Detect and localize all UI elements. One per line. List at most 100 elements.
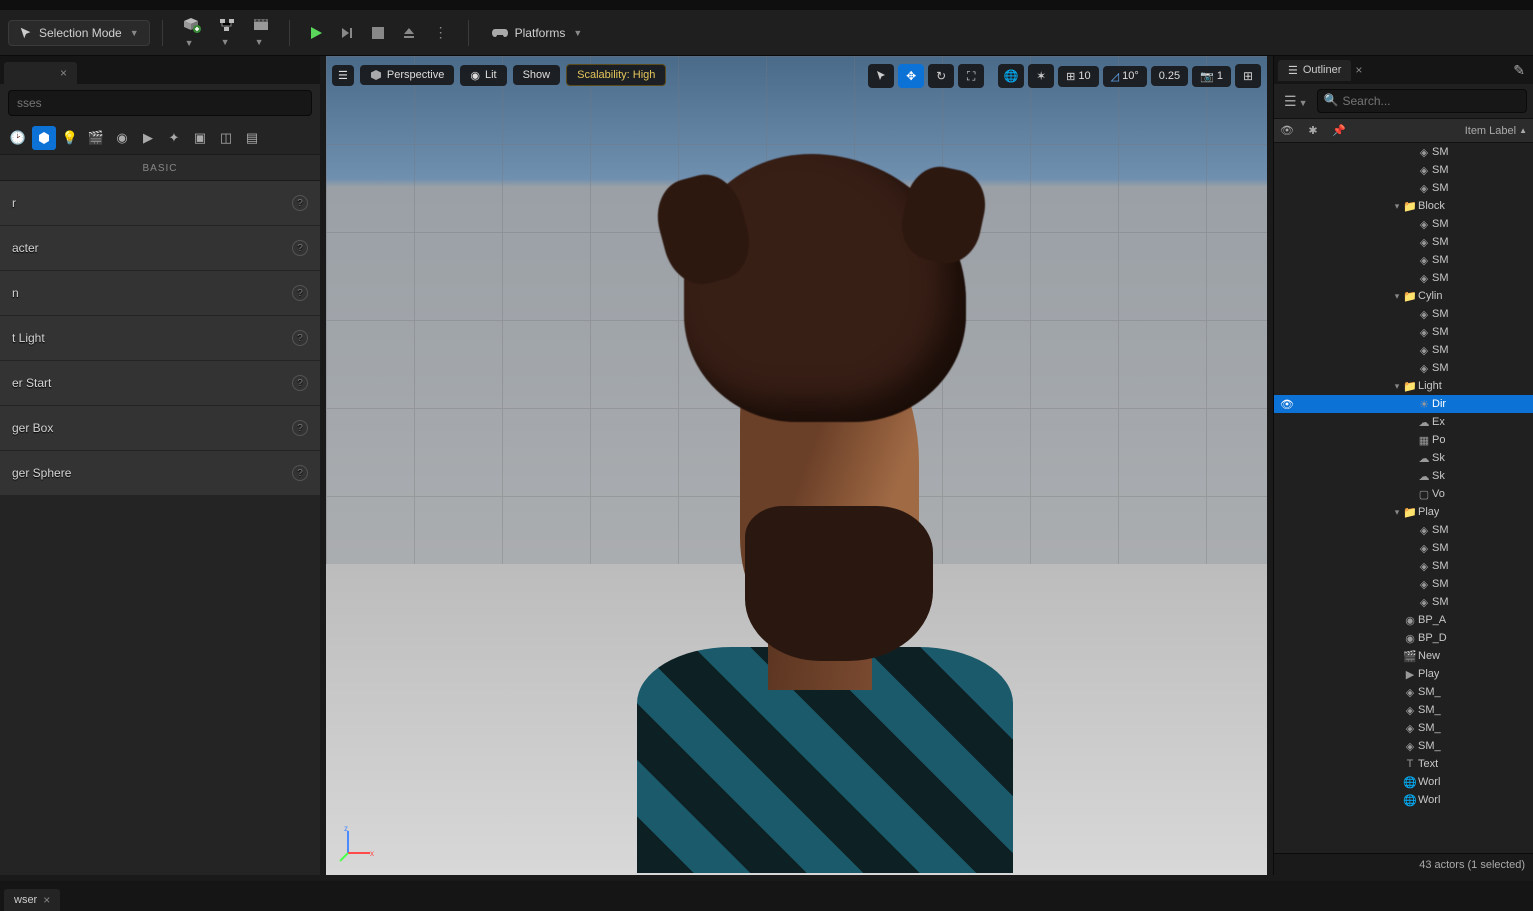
close-icon[interactable]: × xyxy=(43,893,50,907)
edit-icon[interactable]: ✎ xyxy=(1509,60,1529,81)
help-icon[interactable]: ? xyxy=(292,465,308,481)
outliner-item[interactable]: ◈SM_ xyxy=(1274,719,1533,737)
outliner-item[interactable]: ◈SM xyxy=(1274,521,1533,539)
outliner-item[interactable]: ◈SM xyxy=(1274,575,1533,593)
category-cinematic-icon[interactable]: 🎬 xyxy=(84,126,108,150)
outliner-item[interactable]: ◈SM xyxy=(1274,305,1533,323)
category-recent-icon[interactable]: 🕑 xyxy=(6,126,30,150)
help-icon[interactable]: ? xyxy=(292,240,308,256)
outliner-item[interactable]: 🌐Worl xyxy=(1274,773,1533,791)
viewport-perspective-dropdown[interactable]: Perspective xyxy=(360,65,454,85)
place-actor-item[interactable]: n? xyxy=(0,271,320,316)
outliner-search-input[interactable] xyxy=(1317,89,1527,113)
outliner-item[interactable]: ◈SM xyxy=(1274,233,1533,251)
outliner-item[interactable]: TText xyxy=(1274,755,1533,773)
surface-snap-button[interactable]: ✶ xyxy=(1028,64,1054,88)
outliner-item[interactable]: ☁Sk xyxy=(1274,449,1533,467)
category-lights-icon[interactable]: 💡 xyxy=(58,126,82,150)
left-tab[interactable]: × xyxy=(4,62,77,84)
category-basic-icon[interactable] xyxy=(32,126,56,150)
outliner-item[interactable]: ◈SM xyxy=(1274,143,1533,161)
outliner-item[interactable]: ◈SM_ xyxy=(1274,701,1533,719)
world-local-toggle[interactable]: 🌐 xyxy=(998,64,1024,88)
place-actor-item[interactable]: acter? xyxy=(0,226,320,271)
place-actors-search-input[interactable] xyxy=(8,90,312,116)
category-volumes-icon[interactable]: ◫ xyxy=(214,126,238,150)
play-options-button[interactable]: ⋮ xyxy=(426,18,456,47)
place-actor-item[interactable]: ger Sphere? xyxy=(0,451,320,496)
viewport-menu-button[interactable]: ☰ xyxy=(332,65,354,86)
outliner-item[interactable]: ◉BP_A xyxy=(1274,611,1533,629)
selection-mode-dropdown[interactable]: Selection Mode ▼ xyxy=(8,20,150,46)
item-label-column-header[interactable]: Item Label ▲ xyxy=(1352,120,1533,142)
place-actor-item[interactable]: t Light? xyxy=(0,316,320,361)
category-all-icon[interactable]: ▤ xyxy=(240,126,264,150)
outliner-item[interactable]: ◈SM xyxy=(1274,593,1533,611)
help-icon[interactable]: ? xyxy=(292,195,308,211)
outliner-folder[interactable]: ▾📁Cylin xyxy=(1274,287,1533,305)
outliner-item[interactable]: ◈SM xyxy=(1274,215,1533,233)
expander-icon[interactable]: ▾ xyxy=(1392,291,1402,302)
category-geometry-icon[interactable]: ▣ xyxy=(188,126,212,150)
outliner-item[interactable]: ◈SM xyxy=(1274,323,1533,341)
outliner-item[interactable]: ◈SM xyxy=(1274,341,1533,359)
visibility-column-header[interactable]: 👁 xyxy=(1274,119,1300,142)
help-icon[interactable]: ? xyxy=(292,285,308,301)
add-content-button[interactable]: ▼ xyxy=(175,11,209,55)
outliner-item[interactable]: ☁Ex xyxy=(1274,413,1533,431)
outliner-folder[interactable]: ▾📁Light xyxy=(1274,377,1533,395)
blueprint-button[interactable]: ▼ xyxy=(211,12,243,54)
outliner-item[interactable]: ◈SM xyxy=(1274,161,1533,179)
outliner-folder[interactable]: ▾📁Play xyxy=(1274,503,1533,521)
outliner-item[interactable]: ◈SM_ xyxy=(1274,737,1533,755)
outliner-item[interactable]: ◉BP_D xyxy=(1274,629,1533,647)
grid-snap-button[interactable]: ⊞ 10 xyxy=(1058,66,1098,87)
platforms-dropdown[interactable]: Platforms ▼ xyxy=(481,21,593,45)
outliner-item[interactable]: 🎬New xyxy=(1274,647,1533,665)
play-button[interactable] xyxy=(302,21,330,45)
filter-icon[interactable]: ☰▼ xyxy=(1280,91,1311,112)
translate-tool-button[interactable]: ✥ xyxy=(898,64,924,88)
cinematics-button[interactable]: ▼ xyxy=(245,12,277,54)
viewport-scalability-button[interactable]: Scalability: High xyxy=(566,64,666,86)
help-icon[interactable]: ? xyxy=(292,420,308,436)
eject-button[interactable] xyxy=(394,20,424,46)
content-browser-tab[interactable]: wser × xyxy=(4,889,60,911)
viewport[interactable]: z x ☰ Perspective ◉ Lit Show Scalability… xyxy=(326,56,1267,875)
outliner-folder[interactable]: ▾📁Block xyxy=(1274,197,1533,215)
outliner-item[interactable]: ◈SM xyxy=(1274,251,1533,269)
outliner-item[interactable]: ◈SM xyxy=(1274,557,1533,575)
rotate-tool-button[interactable]: ↻ xyxy=(928,64,954,88)
outliner-item[interactable]: 👁☀Dir xyxy=(1274,395,1533,413)
outliner-item[interactable]: ▦Po xyxy=(1274,431,1533,449)
pinned-column-header[interactable]: ✱ xyxy=(1300,119,1326,142)
outliner-item[interactable]: ◈SM_ xyxy=(1274,683,1533,701)
expander-icon[interactable]: ▾ xyxy=(1392,381,1402,392)
place-actor-item[interactable]: ger Box? xyxy=(0,406,320,451)
category-visual-effects-icon[interactable]: ✦ xyxy=(162,126,186,150)
outliner-item[interactable]: ☁Sk xyxy=(1274,467,1533,485)
outliner-item[interactable]: 🌐Worl xyxy=(1274,791,1533,809)
pin-column-header[interactable]: 📌 xyxy=(1326,119,1352,142)
select-tool-button[interactable] xyxy=(868,64,894,88)
viewport-show-dropdown[interactable]: Show xyxy=(513,65,561,85)
scale-snap-button[interactable]: 0.25 xyxy=(1151,66,1188,86)
stop-button[interactable] xyxy=(364,21,392,45)
camera-speed-button[interactable]: 📷 1 xyxy=(1192,66,1231,87)
expander-icon[interactable]: ▾ xyxy=(1392,507,1402,518)
scale-tool-button[interactable]: ⛶ xyxy=(958,64,984,88)
viewport-lit-dropdown[interactable]: ◉ Lit xyxy=(460,65,506,86)
viewport-layout-button[interactable]: ⊞ xyxy=(1235,64,1261,88)
outliner-tab[interactable]: ☰ Outliner xyxy=(1278,60,1351,81)
place-actor-item[interactable]: er Start? xyxy=(0,361,320,406)
help-icon[interactable]: ? xyxy=(292,330,308,346)
outliner-item[interactable]: ◈SM xyxy=(1274,359,1533,377)
outliner-item[interactable]: ◈SM xyxy=(1274,179,1533,197)
help-icon[interactable]: ? xyxy=(292,375,308,391)
angle-snap-button[interactable]: ◿ 10° xyxy=(1103,66,1147,87)
outliner-item[interactable]: ▢Vo xyxy=(1274,485,1533,503)
place-actor-item[interactable]: r? xyxy=(0,181,320,226)
category-shapes-icon[interactable]: ◉ xyxy=(110,126,134,150)
outliner-item[interactable]: ◈SM xyxy=(1274,269,1533,287)
category-media-icon[interactable]: ▶ xyxy=(136,126,160,150)
